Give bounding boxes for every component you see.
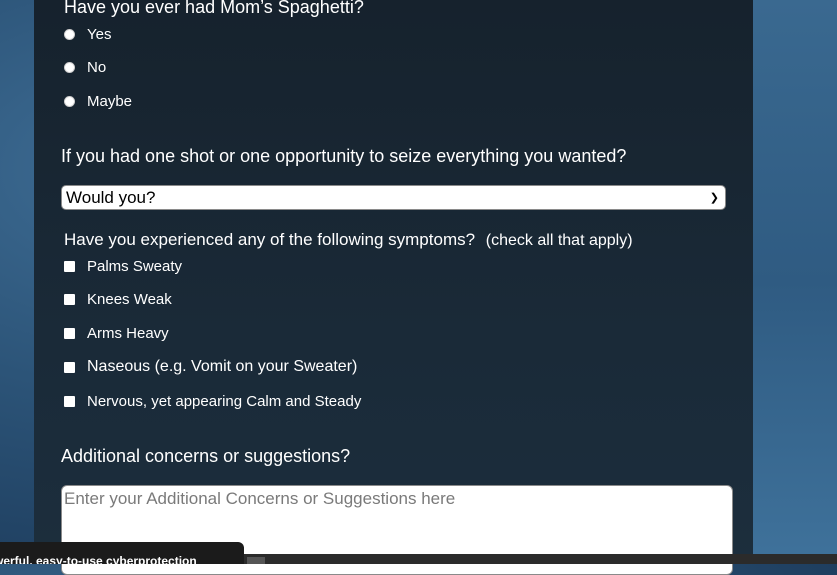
- checkbox-option-knees-weak[interactable]: Knees Weak: [64, 291, 172, 308]
- link-status-tooltip: werful, easy-to-use cyberprotection: [0, 542, 244, 564]
- page-background: [747, 0, 837, 564]
- checkbox-arms-heavy[interactable]: [64, 328, 75, 339]
- checkbox-label-arms-heavy: Arms Heavy: [87, 325, 169, 342]
- status-bar-tab: [247, 557, 265, 564]
- radio-no[interactable]: [64, 62, 75, 73]
- question-one-shot: If you had one shot or one opportunity t…: [61, 146, 627, 166]
- checkbox-option-naseous[interactable]: Naseous (e.g. Vomit on your Sweater): [64, 358, 357, 376]
- question-moms-spaghetti: Have you ever had Mom’s Spaghetti?: [64, 0, 364, 17]
- checkbox-label-palms-sweaty: Palms Sweaty: [87, 258, 183, 275]
- radio-maybe[interactable]: [64, 96, 75, 107]
- radio-yes[interactable]: [64, 29, 75, 40]
- checkbox-option-nervous[interactable]: Nervous, yet appearing Calm and Steady: [64, 393, 361, 410]
- radio-option-maybe[interactable]: Maybe: [64, 93, 132, 110]
- checkbox-label-naseous: Naseous (e.g. Vomit on your Sweater): [87, 358, 358, 375]
- checkbox-nervous[interactable]: [64, 396, 75, 407]
- radio-option-no[interactable]: No: [64, 59, 106, 76]
- checkbox-label-knees-weak: Knees Weak: [87, 291, 172, 308]
- checkbox-naseous[interactable]: [64, 361, 75, 373]
- checkbox-option-arms-heavy[interactable]: Arms Heavy: [64, 325, 169, 342]
- checkbox-label-nervous: Nervous, yet appearing Calm and Steady: [87, 393, 362, 410]
- checkbox-option-palms-sweaty[interactable]: Palms Sweaty: [64, 258, 182, 275]
- survey-form-panel: [34, 0, 753, 564]
- question-additional-concerns: Additional concerns or suggestions?: [61, 446, 351, 466]
- radio-label-yes: Yes: [87, 26, 112, 43]
- checkbox-palms-sweaty[interactable]: [64, 261, 75, 272]
- radio-option-yes[interactable]: Yes: [64, 26, 111, 43]
- radio-label-no: No: [87, 59, 107, 76]
- checkbox-knees-weak[interactable]: [64, 294, 75, 305]
- chevron-down-icon: ❯: [709, 192, 719, 204]
- question-symptoms: Have you experienced any of the followin…: [64, 230, 633, 250]
- select-value: Would you?: [66, 187, 156, 207]
- one-shot-select[interactable]: Would you? ❯: [61, 185, 726, 210]
- radio-label-maybe: Maybe: [87, 93, 133, 110]
- symptoms-hint: (check all that apply): [485, 232, 633, 249]
- symptoms-title: Have you experienced any of the followin…: [64, 230, 476, 249]
